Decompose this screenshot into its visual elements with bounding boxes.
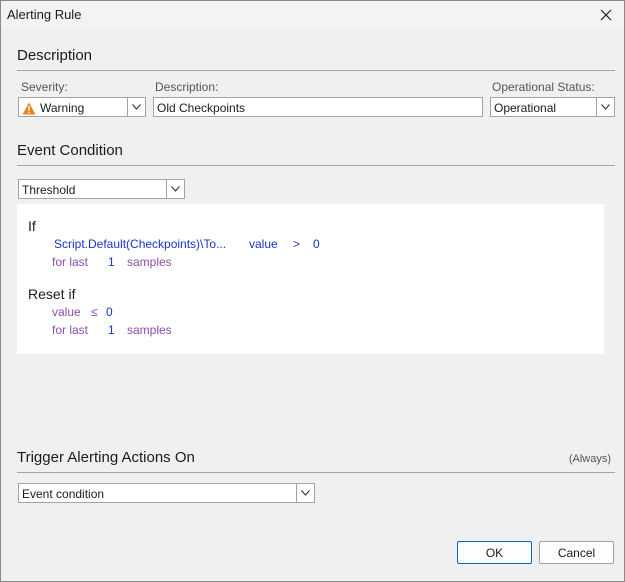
trigger-select[interactable]: Event condition [18,483,315,503]
severity-select[interactable]: Warning [18,97,146,117]
reset-operator: ≤ [91,305,98,319]
reset-window-prefix: for last [52,323,89,337]
reset-window-count-link[interactable]: 1 [108,323,115,337]
chevron-down-icon [601,104,610,110]
trigger-dropdown-arrow[interactable] [296,484,314,502]
condition-type-select[interactable]: Threshold [18,179,185,199]
cancel-button[interactable]: Cancel [539,541,614,564]
description-field-label: Description: [155,80,219,94]
severity-value: Warning [40,101,85,115]
condition-type-dropdown-arrow[interactable] [166,180,184,198]
condition-threshold-link[interactable]: 0 [313,237,320,251]
chevron-down-icon [171,186,180,192]
reset-window-unit: samples [127,323,172,337]
if-label: If [28,218,36,234]
alerting-rule-dialog: Alerting Rule Description Severity: Warn… [0,0,625,582]
title-bar: Alerting Rule [1,1,624,29]
description-input[interactable]: Old Checkpoints [153,97,483,117]
condition-operator-link[interactable]: > [293,237,300,251]
warning-icon [22,102,36,114]
if-window-count-link[interactable]: 1 [108,255,115,269]
event-condition-divider [17,165,615,166]
operational-status-value: Operational [494,101,557,115]
reset-field: value [52,305,81,319]
description-divider [17,70,615,71]
operational-status-dropdown-arrow[interactable] [596,98,614,116]
description-section-title: Description [17,47,93,64]
window-title: Alerting Rule [7,7,82,22]
if-window-unit: samples [127,255,172,269]
chevron-down-icon [301,490,310,496]
condition-type-value: Threshold [22,183,76,197]
condition-panel: If Script.Default(Checkpoints)\To... val… [17,204,604,354]
close-button[interactable] [594,3,618,27]
operational-status-label: Operational Status: [492,80,595,94]
close-icon [600,9,612,21]
condition-field-link[interactable]: value [249,237,278,251]
trigger-section-title: Trigger Alerting Actions On [17,449,195,466]
trigger-value: Event condition [22,487,105,501]
if-window-prefix: for last [52,255,89,269]
trigger-divider [17,472,615,473]
condition-metric-link[interactable]: Script.Default(Checkpoints)\To... [54,237,226,251]
ok-button[interactable]: OK [457,541,532,564]
trigger-hint: (Always) [568,453,611,465]
severity-dropdown-arrow[interactable] [127,98,145,116]
severity-label: Severity: [21,80,68,94]
reset-if-label: Reset if [28,286,76,302]
operational-status-select[interactable]: Operational [490,97,615,117]
chevron-down-icon [132,104,141,110]
event-condition-section-title: Event Condition [17,142,123,159]
reset-threshold-link[interactable]: 0 [106,305,113,319]
